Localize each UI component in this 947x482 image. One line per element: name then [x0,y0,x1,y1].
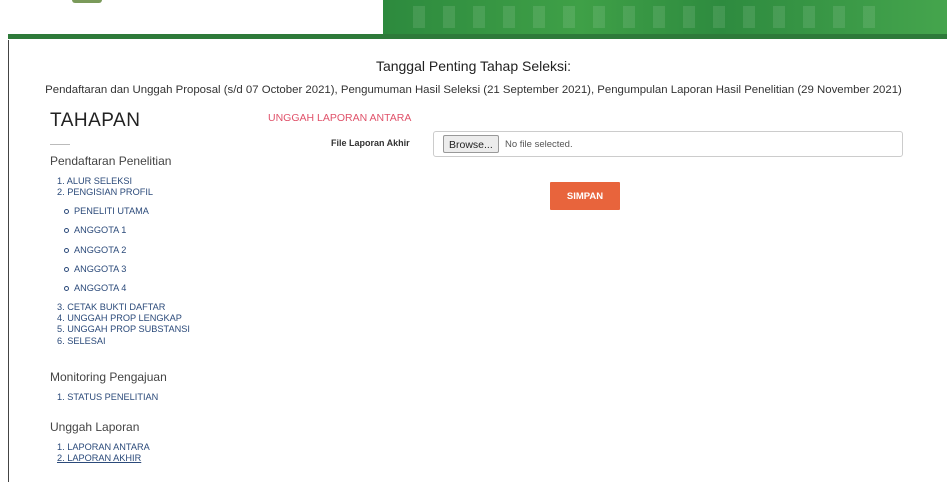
subitem-link[interactable]: PENELITI UTAMA [74,206,149,216]
subitem-anggota-4[interactable]: ANGGOTA 4 [64,279,149,298]
site-header [8,0,947,40]
step-link[interactable]: 1. STATUS PENELITIAN [57,392,158,402]
step-link[interactable]: 2. PENGISIAN PROFIL [57,187,153,197]
monitoring-steps: 1. STATUS PENELITIAN [57,392,158,403]
subitem-link[interactable]: ANGGOTA 1 [74,225,126,235]
header-bar [8,34,947,39]
subitem-link[interactable]: ANGGOTA 2 [74,245,126,255]
bullet-icon [64,247,69,253]
file-label: File Laporan Akhir [331,138,410,148]
subitem-link[interactable]: ANGGOTA 4 [74,283,126,293]
step-link[interactable]: 6. SELESAI [57,336,106,346]
subitem-anggota-2[interactable]: ANGGOTA 2 [64,241,149,260]
important-dates-title: Tanggal Penting Tahap Seleksi: [375,58,572,74]
step-unggah-prop-substansi[interactable]: 5. UNGGAH PROP SUBSTANSI [57,324,190,335]
step-cetak-bukti[interactable]: 3. CETAK BUKTI DAFTAR [57,302,190,313]
step-laporan-akhir[interactable]: 2. LAPORAN AKHIR [57,453,150,464]
step-link[interactable]: 4. UNGGAH PROP LENGKAP [57,313,182,323]
section-monitoring-title: Monitoring Pengajuan [50,370,167,384]
logo [72,0,102,3]
step-selesai[interactable]: 6. SELESAI [57,336,190,347]
subitem-anggota-1[interactable]: ANGGOTA 1 [64,221,149,240]
subitem-anggota-3[interactable]: ANGGOTA 3 [64,260,149,279]
bullet-icon [64,266,69,272]
header-banner [383,0,947,34]
unggah-steps: 1. LAPORAN ANTARA 2. LAPORAN AKHIR [57,442,150,464]
important-dates-text: Pendaftaran dan Unggah Proposal (s/d 07 … [45,84,902,96]
step-link[interactable]: 1. ALUR SELEKSI [57,176,132,186]
step-unggah-prop-lengkap[interactable]: 4. UNGGAH PROP LENGKAP [57,313,190,324]
file-status: No file selected. [505,139,573,150]
step-pengisian-profil[interactable]: 2. PENGISIAN PROFIL [57,187,153,198]
step-alur-seleksi[interactable]: 1. ALUR SELEKSI [57,176,153,187]
bullet-icon [64,209,69,215]
sidebar-divider [50,144,70,145]
browse-button[interactable]: Browse... [443,135,499,153]
form-title: UNGGAH LAPORAN ANTARA [268,112,412,124]
pendaftaran-steps-a: 1. ALUR SELEKSI 2. PENGISIAN PROFIL [57,176,153,198]
bullet-icon [64,286,69,292]
sidebar-heading: TAHAPAN [50,110,141,131]
step-link[interactable]: 5. UNGGAH PROP SUBSTANSI [57,324,190,334]
section-unggah-title: Unggah Laporan [50,420,140,434]
step-link[interactable]: 2. LAPORAN AKHIR [57,453,141,463]
subitem-peneliti-utama[interactable]: PENELITI UTAMA [64,202,149,221]
pendaftaran-steps-b: 3. CETAK BUKTI DAFTAR 4. UNGGAH PROP LEN… [57,302,190,347]
profil-subitems: PENELITI UTAMA ANGGOTA 1 ANGGOTA 2 ANGGO… [64,202,149,298]
file-input[interactable]: Browse... No file selected. [433,131,903,157]
step-status-penelitian[interactable]: 1. STATUS PENELITIAN [57,392,158,403]
bullet-icon [64,228,69,234]
save-button[interactable]: SIMPAN [550,182,620,210]
step-laporan-antara[interactable]: 1. LAPORAN ANTARA [57,442,150,453]
section-pendaftaran-title: Pendaftaran Penelitian [50,154,172,168]
step-link[interactable]: 1. LAPORAN ANTARA [57,442,150,452]
step-link[interactable]: 3. CETAK BUKTI DAFTAR [57,302,165,312]
subitem-link[interactable]: ANGGOTA 3 [74,264,126,274]
